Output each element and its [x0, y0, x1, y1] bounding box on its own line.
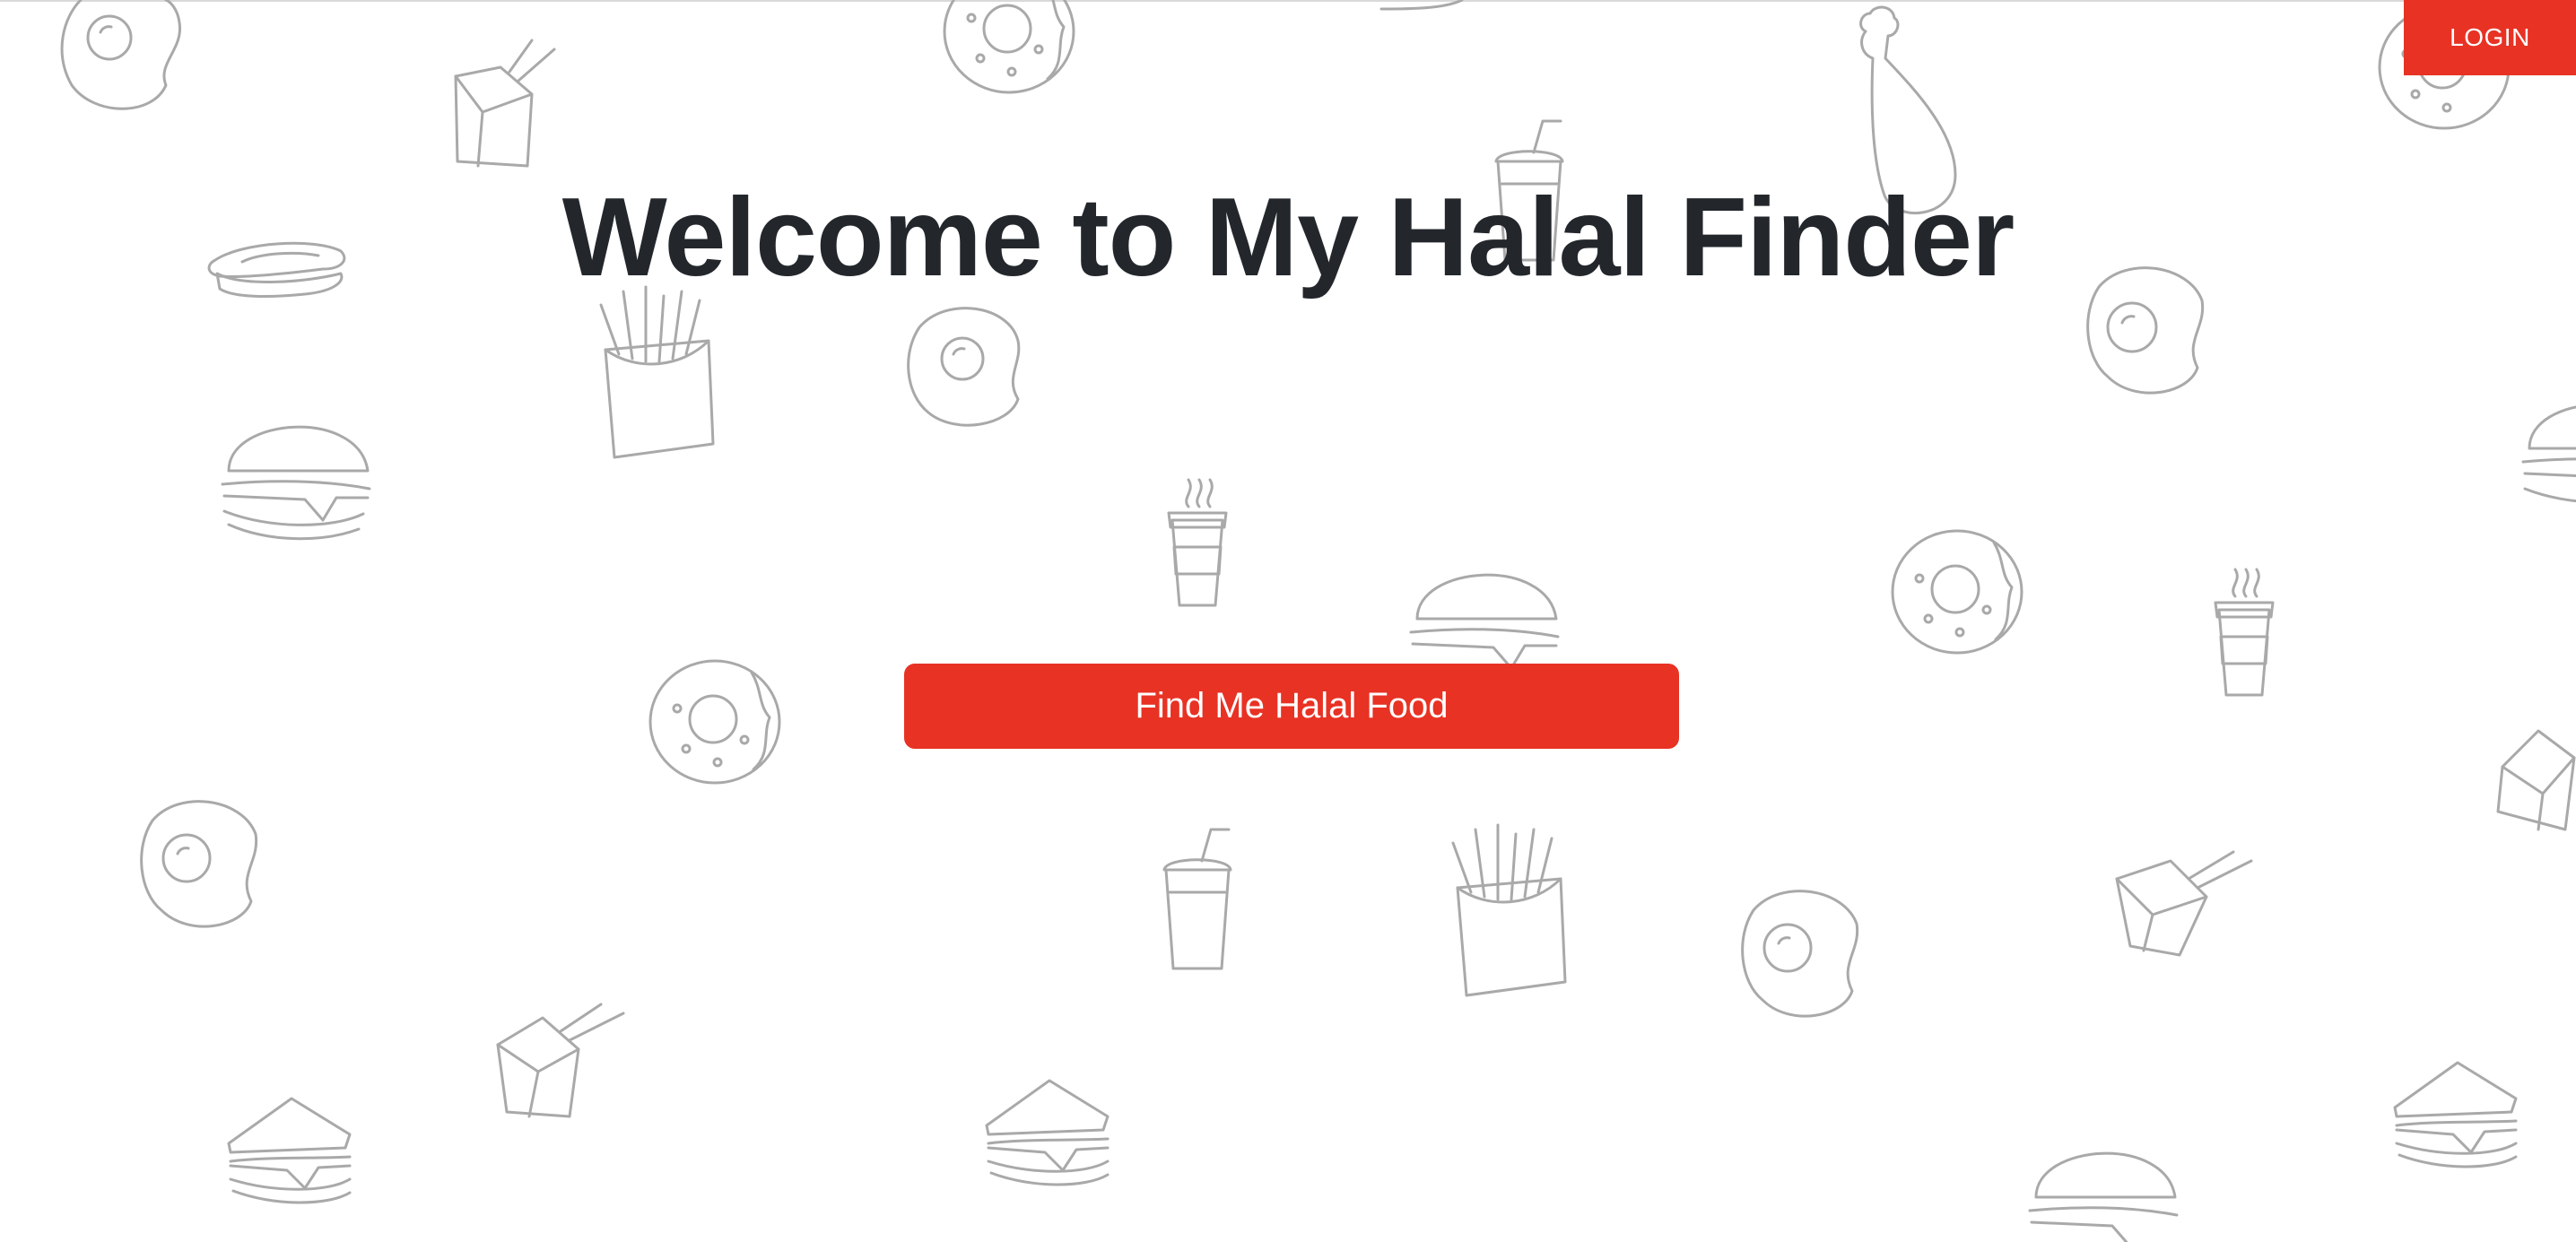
burger-icon	[1409, 573, 1560, 670]
fried-egg-icon	[140, 800, 258, 928]
fried-egg-icon	[1741, 890, 1859, 1018]
sandwich-icon	[1379, 0, 1464, 11]
takeout-box-icon	[496, 1003, 625, 1118]
donut-icon	[943, 0, 1075, 94]
donut-icon	[1891, 529, 2023, 655]
coffee-cup-icon	[2214, 568, 2275, 697]
fried-egg-icon	[60, 0, 182, 110]
takeout-box-icon	[2115, 850, 2253, 957]
coffee-cup-icon	[1167, 478, 1228, 607]
french-fries-icon	[1451, 823, 1567, 997]
sandwich-icon	[2393, 1061, 2518, 1168]
takeout-box-icon	[454, 39, 556, 168]
donut-icon	[648, 659, 781, 785]
takeout-box-icon	[2496, 729, 2576, 831]
burger-icon	[2028, 1151, 2179, 1242]
sandwich-icon	[227, 1097, 352, 1204]
sandwich-icon	[985, 1079, 1110, 1186]
find-halal-food-button[interactable]: Find Me Halal Food	[904, 664, 1679, 749]
page-title: Welcome to My Halal Finder	[561, 176, 2015, 300]
burger-icon	[2521, 405, 2576, 503]
fried-egg-icon	[907, 307, 1021, 427]
login-button[interactable]: LOGIN	[2404, 0, 2576, 75]
french-fries-icon	[599, 285, 715, 459]
soda-cup-icon	[1162, 828, 1232, 970]
burger-icon	[221, 425, 371, 541]
